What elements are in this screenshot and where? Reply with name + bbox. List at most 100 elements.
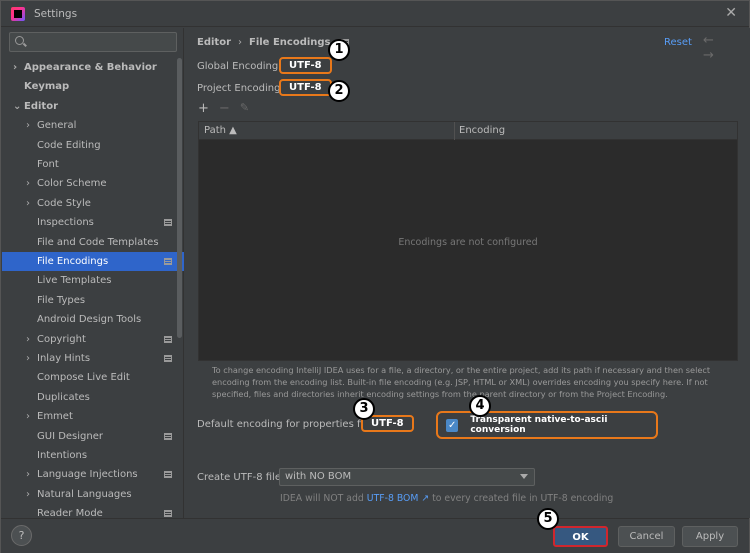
- sidebar-item-label: File and Code Templates: [37, 236, 159, 248]
- chevron-right-icon[interactable]: ›: [26, 330, 30, 349]
- sidebar-item-editor[interactable]: ⌄ Editor: [2, 97, 184, 116]
- settings-window: Settings ✕ › Appearance & Behavior Keymap ⌄…: [0, 0, 750, 553]
- bom-note-suffix: to every created file in UTF-8 encoding: [432, 493, 614, 504]
- chevron-right-icon[interactable]: ›: [26, 116, 30, 135]
- back-forward-arrows[interactable]: ← →: [703, 33, 750, 63]
- edit-icon[interactable]: ✎: [240, 101, 249, 116]
- project-scope-icon: [164, 471, 172, 479]
- project-scope-icon: [164, 355, 172, 362]
- breadcrumb-file-encodings: File Encodings: [249, 37, 331, 48]
- settings-sidebar: › Appearance & Behavior Keymap ⌄ Editor › Gene…: [2, 28, 184, 519]
- sidebar-item-gui-designer[interactable]: GUI Designer: [2, 427, 184, 446]
- annotation-badge-2: 2: [328, 80, 350, 102]
- project-scope-icon: [164, 432, 172, 440]
- cancel-button[interactable]: Cancel: [618, 526, 675, 547]
- ok-button[interactable]: OK: [553, 526, 608, 547]
- sidebar-item-code-style[interactable]: › Code Style: [2, 194, 184, 213]
- sidebar-item-emmet[interactable]: › Emmet: [2, 407, 184, 426]
- chevron-right-icon[interactable]: ›: [26, 349, 30, 368]
- sidebar-item-label: File Types: [37, 294, 86, 306]
- chevron-right-icon[interactable]: ›: [26, 465, 30, 484]
- column-path[interactable]: Path ▲: [204, 125, 237, 136]
- sidebar-item-natural-languages[interactable]: › Natural Languages: [2, 485, 184, 504]
- intellij-logo-icon: [11, 6, 25, 21]
- sidebar-item-label: Natural Languages: [37, 488, 132, 500]
- native-to-ascii-label[interactable]: Transparent native-to-ascii conversion: [470, 415, 656, 435]
- encodings-table[interactable]: Path ▲ Encoding Encodings are not config…: [198, 121, 738, 361]
- close-icon[interactable]: ✕: [725, 5, 737, 21]
- search-input[interactable]: [9, 32, 177, 52]
- sidebar-item-inspections[interactable]: Inspections: [2, 213, 184, 232]
- sidebar-item-duplicates[interactable]: Duplicates: [2, 388, 184, 407]
- sidebar-item-label: Language Injections: [37, 469, 138, 481]
- chevron-right-icon[interactable]: ›: [26, 194, 30, 213]
- sidebar-item-keymap[interactable]: Keymap: [2, 77, 184, 96]
- sidebar-item-inlay-hints[interactable]: › Inlay Hints: [2, 349, 184, 368]
- window-title: Settings: [34, 7, 78, 20]
- chevron-right-icon[interactable]: ›: [26, 407, 30, 426]
- sidebar-scrollbar[interactable]: [177, 58, 182, 338]
- sidebar-item-label: Emmet: [37, 411, 73, 423]
- sidebar-item-label: Copyright: [37, 333, 86, 345]
- sidebar-item-label: Appearance & Behavior: [24, 62, 157, 73]
- breadcrumb-separator: ›: [238, 37, 242, 48]
- sidebar-item-code-editing[interactable]: Code Editing: [2, 136, 184, 155]
- sidebar-item-font[interactable]: Font: [2, 155, 184, 174]
- global-encoding-dropdown[interactable]: UTF-8: [279, 57, 332, 74]
- apply-button[interactable]: Apply: [682, 526, 738, 547]
- sidebar-item-label: Code Editing: [37, 139, 101, 151]
- chevron-right-icon[interactable]: ›: [26, 485, 30, 504]
- search-icon: [15, 36, 24, 45]
- native-to-ascii-option[interactable]: ✓ Transparent native-to-ascii conversion: [436, 411, 658, 439]
- sidebar-item-intentions[interactable]: Intentions: [2, 446, 184, 465]
- sidebar-item-label: Keymap: [24, 81, 70, 93]
- annotation-badge-3: 3: [353, 398, 375, 420]
- sidebar-item-compose-live-edit[interactable]: Compose Live Edit: [2, 368, 184, 387]
- breadcrumb-editor[interactable]: Editor: [197, 37, 231, 48]
- project-encoding-label: Project Encoding:: [197, 83, 284, 94]
- native-to-ascii-checkbox[interactable]: ✓: [446, 418, 459, 432]
- global-encoding-label: Global Encoding:: [197, 61, 282, 72]
- sidebar-item-language-injections[interactable]: › Language Injections: [2, 465, 184, 484]
- project-encoding-dropdown[interactable]: UTF-8: [279, 79, 332, 96]
- sidebar-item-label: Android Design Tools: [37, 314, 142, 326]
- encoding-help-text: To change encoding IntelliJ IDEA uses fo…: [212, 365, 711, 399]
- project-scope-icon: [164, 510, 172, 518]
- sidebar-item-label: Compose Live Edit: [37, 372, 130, 384]
- project-scope-icon: [164, 258, 172, 265]
- dialog-footer: ? OK Cancel Apply: [1, 518, 749, 553]
- sidebar-item-android-design-tools[interactable]: Android Design Tools: [2, 310, 184, 329]
- sidebar-item-copyright[interactable]: › Copyright: [2, 330, 184, 349]
- chevron-down-icon[interactable]: ⌄: [13, 97, 21, 116]
- add-icon[interactable]: +: [198, 101, 209, 116]
- file-encodings-panel: Editor › File Encodings Reset ← → Global…: [185, 28, 750, 518]
- sidebar-item-appearance-behavior[interactable]: › Appearance & Behavior: [2, 58, 184, 77]
- sidebar-item-live-templates[interactable]: Live Templates: [2, 271, 184, 290]
- project-scope-icon: [164, 335, 172, 343]
- sidebar-item-general[interactable]: › General: [2, 116, 184, 135]
- create-utf8-label: Create UTF-8 files:: [197, 472, 290, 483]
- sidebar-item-color-scheme[interactable]: › Color Scheme: [2, 174, 184, 193]
- sidebar-item-label: Duplicates: [37, 391, 90, 403]
- sidebar-item-file-types[interactable]: File Types: [2, 291, 184, 310]
- chevron-right-icon[interactable]: ›: [26, 174, 30, 193]
- bom-note-prefix: IDEA will NOT add: [280, 493, 364, 504]
- sidebar-item-file-and-code-templates[interactable]: File and Code Templates: [2, 233, 184, 252]
- utf8-bom-link[interactable]: UTF-8 BOM ↗: [367, 493, 429, 504]
- sidebar-item-label: Color Scheme: [37, 178, 107, 190]
- title-bar: Settings ✕: [1, 1, 749, 27]
- remove-icon[interactable]: −: [219, 101, 230, 116]
- column-divider[interactable]: [454, 122, 455, 140]
- bom-select[interactable]: with NO BOM: [279, 468, 535, 486]
- column-encoding[interactable]: Encoding: [459, 125, 505, 136]
- reset-link[interactable]: Reset: [664, 37, 692, 48]
- breadcrumb: Editor › File Encodings: [197, 37, 349, 48]
- bom-note: IDEA will NOT add UTF-8 BOM ↗ to every c…: [280, 493, 613, 504]
- annotation-badge-1: 1: [328, 39, 350, 61]
- sidebar-item-label: File Encodings: [37, 256, 109, 267]
- dropdown-arrow-icon: [520, 474, 528, 479]
- help-button[interactable]: ?: [11, 525, 32, 546]
- sidebar-item-file-encodings[interactable]: File Encodings: [2, 252, 184, 271]
- table-header: Path ▲ Encoding: [199, 122, 737, 140]
- chevron-right-icon[interactable]: ›: [13, 58, 17, 77]
